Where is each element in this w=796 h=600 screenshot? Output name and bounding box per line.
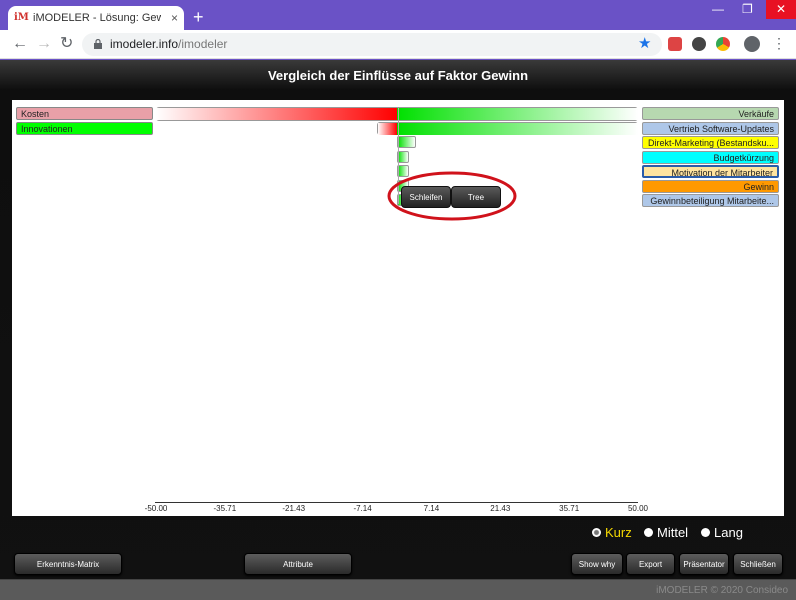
erkenntnis-matrix-button[interactable]: Erkenntnis-Matrix xyxy=(14,553,122,575)
url-text: imodeler.info/imodeler xyxy=(110,37,228,51)
radio-mittel[interactable]: Mittel xyxy=(644,525,688,540)
extension-icon[interactable] xyxy=(692,37,706,51)
export-button[interactable]: Export xyxy=(626,553,675,575)
footer: iMODELER © 2020 Consideo xyxy=(0,579,796,600)
positive-bar[interactable] xyxy=(397,136,417,148)
negative-bar[interactable] xyxy=(377,123,397,135)
right-factor-label[interactable]: Vertrieb Software-Updates xyxy=(642,121,779,135)
left-factor-label[interactable]: Kosten xyxy=(16,107,153,120)
attribute-button[interactable]: Attribute xyxy=(244,553,352,575)
tab-close-icon[interactable]: × xyxy=(171,11,178,25)
x-tick-label: -7.14 xyxy=(353,504,372,513)
browser-toolbar: ← → ↻ imodeler.info/imodeler ★ ⋮ xyxy=(0,30,796,59)
show-why-button[interactable]: Show why xyxy=(571,553,623,575)
right-factor-label[interactable]: Direkt-Marketing (Bestandsku... xyxy=(642,136,779,149)
browser-tab[interactable]: iM iMODELER - Lösung: Gewinn (Ge × xyxy=(8,6,184,30)
radio-lang-label: Lang xyxy=(714,525,743,540)
window-close-icon[interactable]: ✕ xyxy=(766,0,796,19)
x-tick-label: -35.71 xyxy=(213,504,237,513)
page-title: Vergleich der Einflüsse auf Faktor Gewin… xyxy=(267,68,529,83)
address-bar[interactable]: imodeler.info/imodeler ★ xyxy=(82,33,662,56)
right-factor-label[interactable]: Motivation der Mitarbeiter xyxy=(642,165,779,178)
back-arrow-icon[interactable]: ← xyxy=(12,34,28,54)
radio-mittel-dot[interactable] xyxy=(644,528,653,537)
positive-bar[interactable] xyxy=(397,108,638,120)
pdf-extension-icon[interactable] xyxy=(668,37,682,51)
comparison-chart: Kosten Innovationen Verkäufe Vertrieb Soft… xyxy=(12,100,784,516)
radio-lang-dot[interactable] xyxy=(701,528,710,537)
chrome-extension-icon[interactable] xyxy=(716,37,730,51)
tab-title: iMODELER - Lösung: Gewinn (Ge xyxy=(33,12,161,24)
x-axis xyxy=(155,502,638,503)
x-tick-label: 50.00 xyxy=(627,504,649,513)
positive-bar[interactable] xyxy=(397,123,638,135)
x-tick-label: 7.14 xyxy=(423,504,440,513)
left-factor-label[interactable]: Innovationen xyxy=(16,122,153,135)
forward-arrow-icon[interactable]: → xyxy=(36,34,52,54)
highlight-ring xyxy=(387,171,517,221)
right-factor-label[interactable]: Verkäufe xyxy=(642,107,779,120)
reload-icon[interactable]: ↻ xyxy=(60,34,73,54)
presenter-button[interactable]: Präsentator xyxy=(679,553,729,575)
x-tick-label: 21.43 xyxy=(490,504,511,513)
right-factor-label[interactable]: Budgetkürzung xyxy=(642,150,779,164)
imodeler-app: Vergleich der Einflüsse auf Faktor Gewin… xyxy=(0,60,796,600)
browser-titlebar: iM iMODELER - Lösung: Gewinn (Ge × + — ❐… xyxy=(0,0,796,30)
imodeler-favicon-icon: iM xyxy=(14,12,29,23)
x-tick-label: 35.71 xyxy=(559,504,580,513)
x-tick-label: -21.43 xyxy=(282,504,306,513)
new-tab-button[interactable]: + xyxy=(193,8,204,26)
radio-kurz-label: Kurz xyxy=(605,525,632,540)
radio-kurz[interactable]: Kurz xyxy=(592,525,632,540)
account-icon[interactable] xyxy=(744,36,760,52)
lock-icon xyxy=(94,39,102,49)
negative-bar[interactable] xyxy=(156,108,397,120)
x-tick-label: -50.00 xyxy=(144,504,168,513)
radio-mittel-label: Mittel xyxy=(657,525,689,540)
close-button[interactable]: Schließen xyxy=(733,553,783,575)
radio-lang[interactable]: Lang xyxy=(701,525,743,540)
footer-copyright: iMODELER © 2020 Consideo xyxy=(656,585,788,596)
radio-kurz-dot[interactable] xyxy=(592,528,601,537)
bookmark-star-icon[interactable]: ★ xyxy=(638,34,651,52)
browser-menu-icon[interactable]: ⋮ xyxy=(772,35,786,52)
right-factor-label[interactable]: Gewinnbeteiligung Mitarbeite... xyxy=(642,194,779,207)
minimize-icon[interactable]: — xyxy=(712,2,724,16)
maximize-icon[interactable]: ❐ xyxy=(742,2,753,16)
right-factor-label[interactable]: Gewinn xyxy=(642,179,779,193)
